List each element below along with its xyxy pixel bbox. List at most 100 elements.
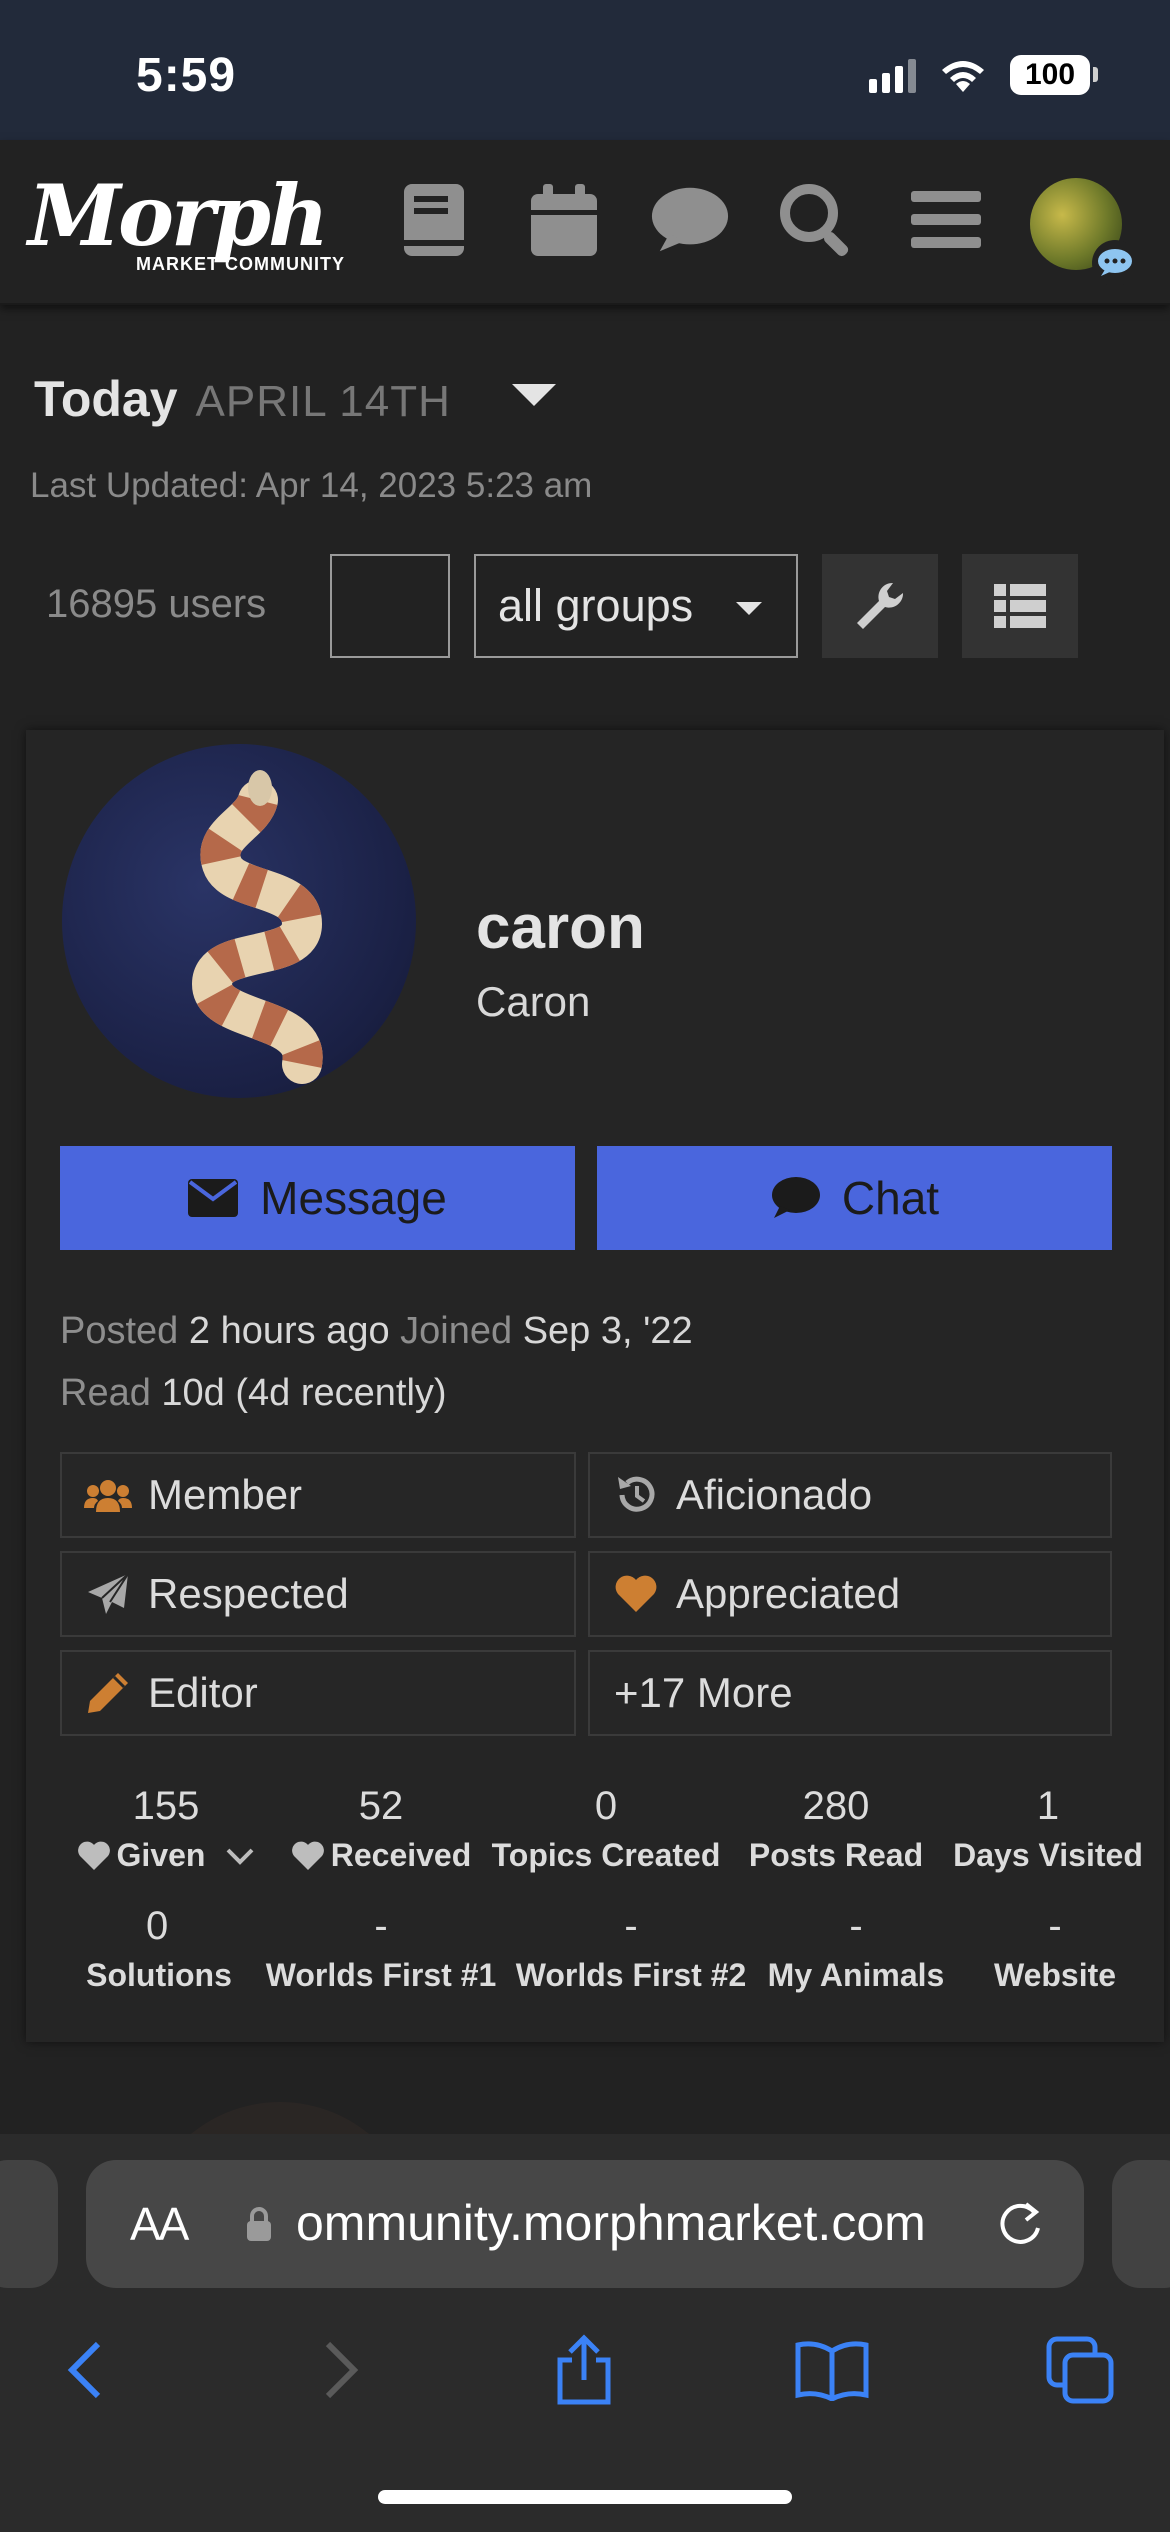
site-logo[interactable]: Morph MARKET COMMUNITY bbox=[28, 166, 358, 276]
hamburger-menu-icon[interactable] bbox=[906, 180, 986, 260]
badge-appreciated[interactable]: Appreciated bbox=[588, 1551, 1112, 1637]
heart-icon bbox=[612, 1570, 660, 1618]
list-icon bbox=[994, 584, 1046, 628]
stat-posts-read: 280 Posts Read bbox=[738, 1784, 934, 1874]
period-date: APRIL 14TH bbox=[195, 377, 451, 426]
tabs-icon bbox=[1046, 2336, 1114, 2404]
book-icon[interactable] bbox=[394, 180, 474, 260]
reload-icon[interactable] bbox=[994, 2198, 1046, 2250]
caret-down-icon bbox=[736, 602, 762, 615]
stat-label: My Animals bbox=[767, 1957, 945, 1993]
caret-down-icon[interactable] bbox=[512, 384, 556, 406]
users-count: 16895 users bbox=[46, 582, 267, 626]
username[interactable]: caron bbox=[476, 892, 645, 963]
tabs-button[interactable] bbox=[1040, 2330, 1120, 2410]
stat-label: Posts Read bbox=[748, 1837, 924, 1873]
more-badges-link[interactable]: +17 More bbox=[588, 1650, 1112, 1736]
address-bar[interactable]: AA ommunity.morphmarket.com bbox=[86, 2160, 1084, 2288]
stat-days-visited: 1 Days Visited bbox=[948, 1784, 1148, 1874]
groups-select[interactable]: all groups bbox=[474, 554, 798, 658]
user-read-line: Read 10d (4d recently) bbox=[60, 1372, 447, 1415]
stat-value: 0 bbox=[146, 1904, 169, 1948]
badge-respected[interactable]: Respected bbox=[60, 1551, 576, 1637]
chat-button[interactable]: Chat bbox=[597, 1146, 1112, 1250]
stat-value: 280 bbox=[802, 1784, 870, 1828]
badge-label: Editor bbox=[148, 1669, 258, 1716]
url-text: ommunity.morphmarket.com bbox=[296, 2195, 926, 2251]
stat-solutions: 0 Solutions bbox=[66, 1904, 252, 1994]
user-full-name: Caron bbox=[476, 978, 591, 1025]
browser-nav-row bbox=[0, 2310, 1170, 2420]
stat-value: - bbox=[849, 1904, 863, 1948]
user-activity-line: Posted 2 hours ago Joined Sep 3, '22 bbox=[60, 1310, 693, 1353]
stat-likes-given[interactable]: 155 Given bbox=[66, 1784, 266, 1874]
logo-wordmark: Morph bbox=[28, 166, 329, 265]
chevron-down-icon[interactable] bbox=[225, 1846, 255, 1866]
lock-icon bbox=[247, 2207, 271, 2241]
posted-value: 2 hours ago bbox=[188, 1310, 390, 1352]
snake-photo bbox=[191, 770, 323, 1084]
stat-worlds-first-2: - Worlds First #2 bbox=[508, 1904, 754, 1994]
stat-value: 52 bbox=[358, 1784, 404, 1828]
status-indicators: 100 bbox=[869, 50, 1098, 100]
bookmarks-button[interactable] bbox=[792, 2330, 872, 2410]
stat-label: Days Visited bbox=[953, 1837, 1143, 1873]
chat-bubble-icon[interactable] bbox=[650, 180, 730, 260]
name-filter-input[interactable] bbox=[330, 554, 450, 658]
stat-likes-received: 52 Received bbox=[286, 1784, 476, 1874]
posted-label: Posted bbox=[60, 1310, 179, 1352]
chevron-left-icon bbox=[67, 2341, 101, 2399]
book-open-icon bbox=[795, 2341, 869, 2401]
back-button[interactable] bbox=[46, 2330, 126, 2410]
logo-subtitle: MARKET COMMUNITY bbox=[136, 254, 345, 274]
stat-value: - bbox=[1048, 1904, 1062, 1948]
read-label: Read bbox=[60, 1372, 151, 1414]
badge-aficionado[interactable]: Aficionado bbox=[588, 1452, 1112, 1538]
directory-controls: 16895 users all groups bbox=[46, 554, 1146, 658]
message-button-label: Message bbox=[260, 1172, 447, 1224]
message-button[interactable]: Message bbox=[60, 1146, 575, 1250]
user-avatar[interactable] bbox=[62, 744, 416, 1098]
joined-label: Joined bbox=[400, 1310, 513, 1352]
last-updated: Last Updated: Apr 14, 2023 5:23 am bbox=[30, 466, 593, 505]
stat-label: Worlds First #1 bbox=[265, 1957, 497, 1993]
search-icon[interactable] bbox=[776, 180, 856, 260]
badge-editor[interactable]: Editor bbox=[60, 1650, 576, 1736]
badge-label: Appreciated bbox=[676, 1570, 901, 1617]
stat-my-animals: - My Animals bbox=[756, 1904, 956, 1994]
period-selector[interactable]: Today APRIL 14TH bbox=[34, 370, 451, 428]
wrench-button[interactable] bbox=[822, 554, 938, 658]
battery-indicator: 100 bbox=[1010, 55, 1098, 95]
forward-button[interactable] bbox=[300, 2330, 380, 2410]
badge-label: +17 More bbox=[614, 1669, 793, 1716]
stat-value: 0 bbox=[594, 1784, 618, 1828]
stat-label: Given bbox=[116, 1837, 206, 1873]
paper-plane-icon bbox=[84, 1570, 132, 1618]
envelope-icon bbox=[188, 1179, 239, 1217]
next-tab[interactable] bbox=[1112, 2160, 1170, 2288]
joined-value: Sep 3, '22 bbox=[522, 1310, 693, 1352]
home-indicator bbox=[378, 2490, 792, 2504]
stat-value: 155 bbox=[132, 1784, 200, 1828]
list-view-button[interactable] bbox=[962, 554, 1078, 658]
badge-member[interactable]: Member bbox=[60, 1452, 576, 1538]
heart-icon bbox=[291, 1841, 324, 1870]
stat-label-row: Received bbox=[286, 1837, 476, 1874]
site-header: Morph MARKET COMMUNITY bbox=[0, 140, 1170, 305]
cellular-signal-icon bbox=[869, 57, 916, 93]
previous-tab[interactable] bbox=[0, 2160, 58, 2288]
stat-worlds-first-1: - Worlds First #1 bbox=[256, 1904, 506, 1994]
stat-value: - bbox=[624, 1904, 638, 1948]
calendar-icon[interactable] bbox=[524, 180, 604, 260]
badge-label: Member bbox=[148, 1471, 303, 1518]
chevron-right-icon bbox=[325, 2341, 359, 2399]
badge-label: Respected bbox=[148, 1570, 349, 1617]
stat-label: Worlds First #2 bbox=[515, 1957, 747, 1993]
users-icon bbox=[84, 1471, 132, 1519]
stat-website: - Website bbox=[966, 1904, 1144, 1994]
share-button[interactable] bbox=[544, 2330, 624, 2410]
text-size-button[interactable]: AA bbox=[130, 2197, 189, 2251]
stat-label: Website bbox=[993, 1957, 1117, 1993]
stat-value: 1 bbox=[1036, 1784, 1060, 1828]
stat-label: Solutions bbox=[86, 1957, 232, 1993]
